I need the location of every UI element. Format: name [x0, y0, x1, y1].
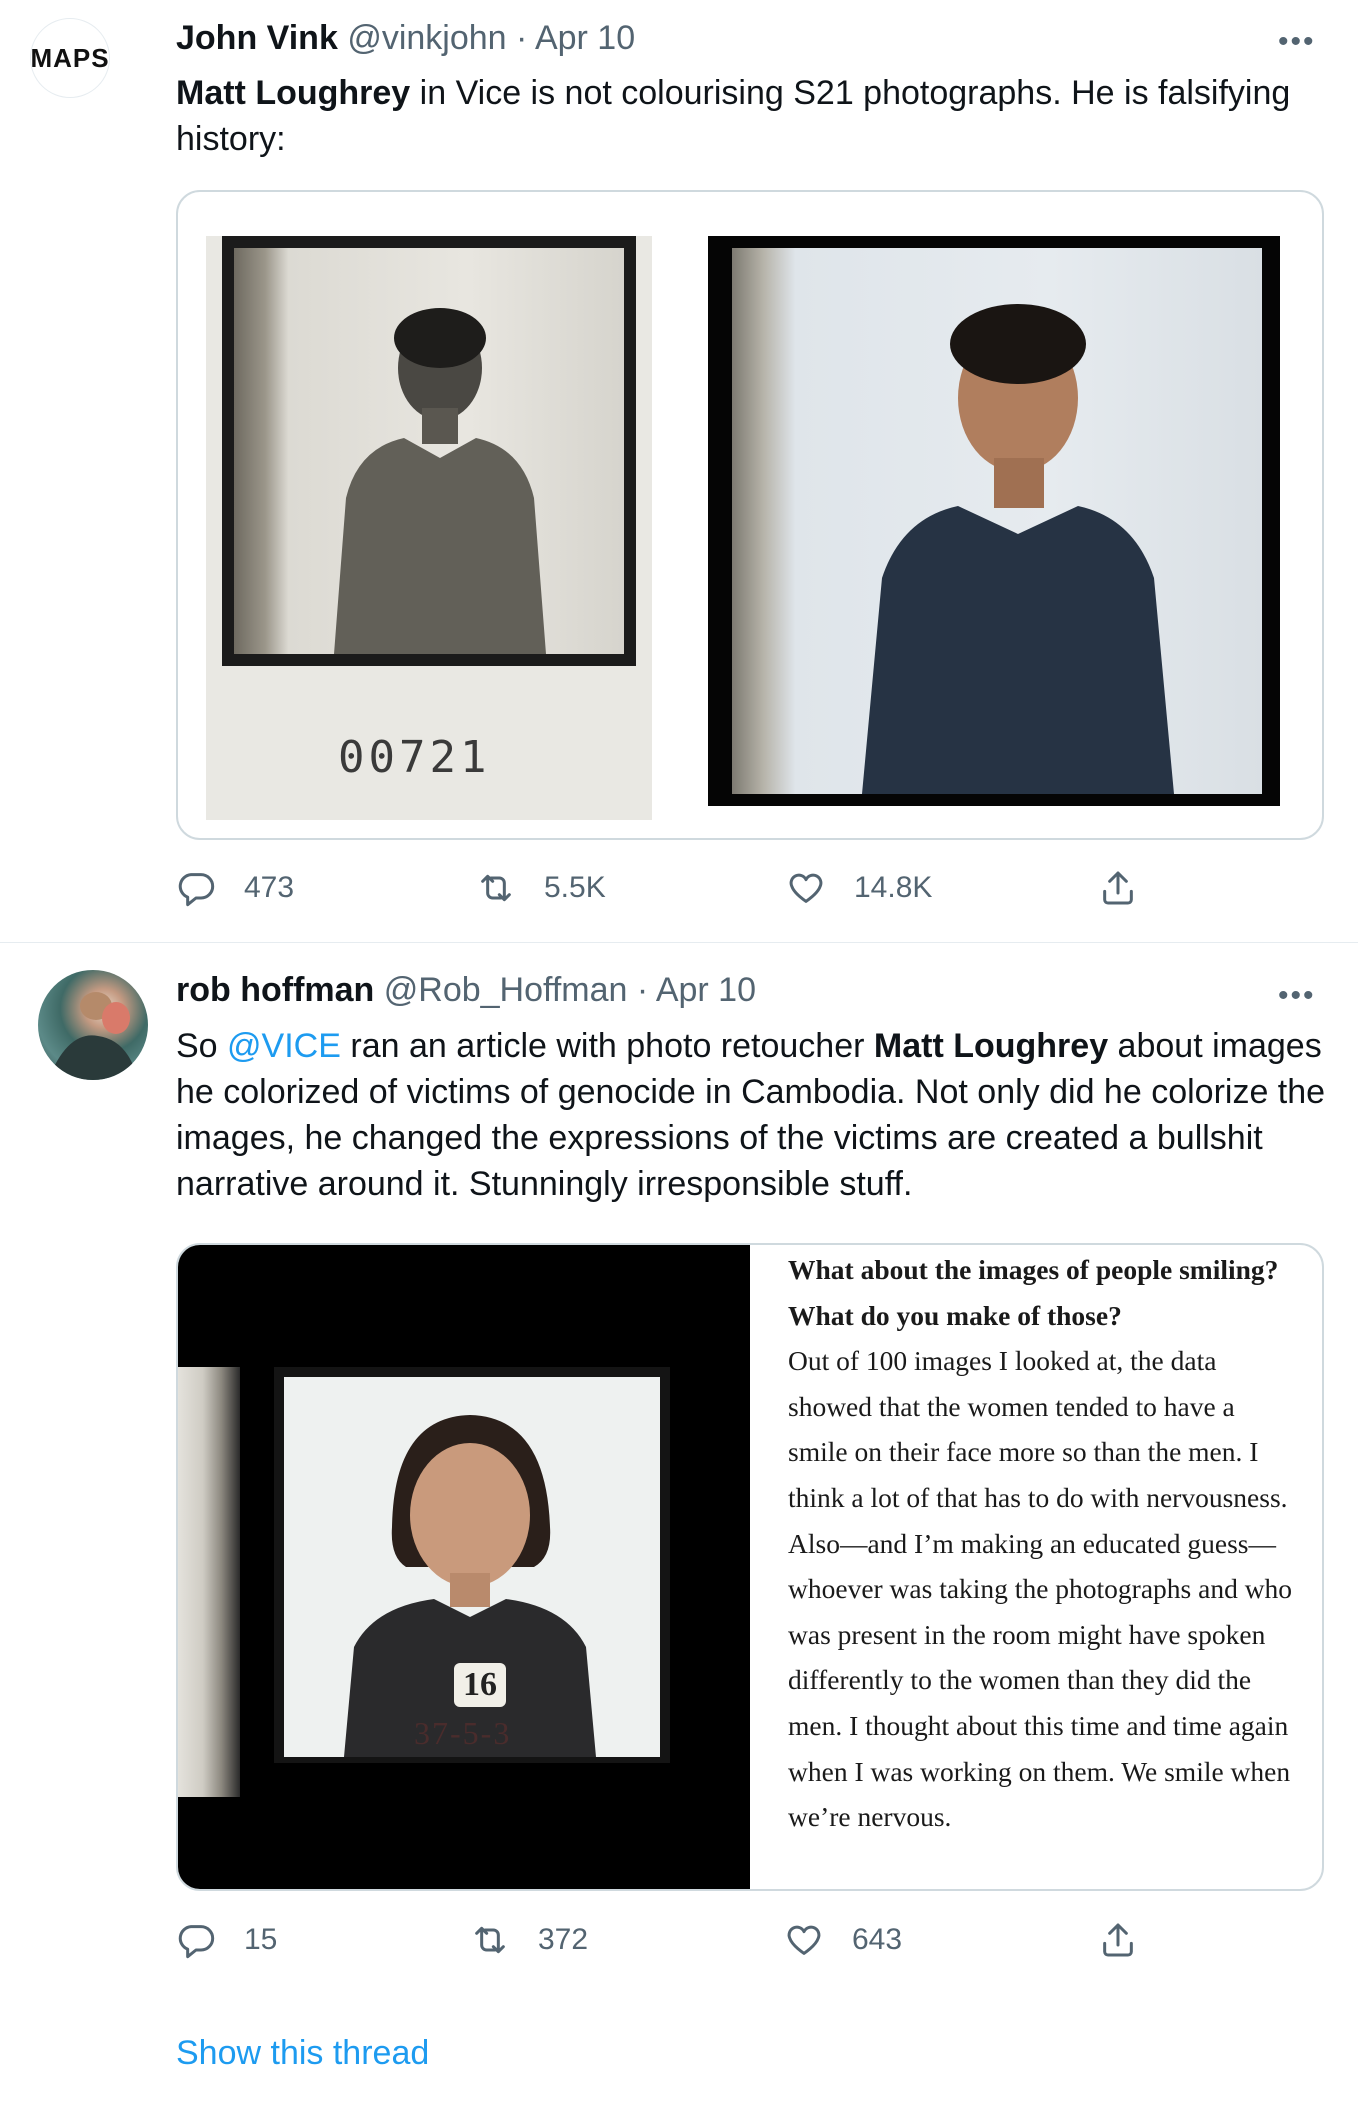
retweet-icon	[481, 874, 511, 902]
reply-count: 473	[244, 871, 295, 904]
avatar-john-vink[interactable]: MAPS	[30, 18, 110, 98]
share-icon	[1103, 1923, 1133, 1957]
article-answer: Out of 100 images I looked at, the data …	[788, 1345, 1293, 1833]
reply-count: 15	[244, 1923, 278, 1956]
photo-image	[234, 248, 624, 654]
like-count: 643	[852, 1923, 903, 1956]
more-icon[interactable]: •••	[1278, 27, 1316, 57]
show-thread-link[interactable]: Show this thread	[176, 2034, 429, 2073]
person-silhouette	[862, 304, 1174, 794]
share-button[interactable]	[1098, 868, 1166, 908]
mention-bold-name: Matt Loughrey	[873, 1027, 1109, 1065]
colorized-photo[interactable]	[708, 236, 1280, 806]
photo-image: 16 37-5-3	[284, 1377, 660, 1757]
separator: ·	[516, 19, 528, 57]
profile-photo	[48, 992, 138, 1080]
prisoner-tag: 16	[454, 1663, 506, 1707]
tweet-text: So @VICE ran an article with photo retou…	[176, 1023, 1336, 1207]
retweet-count: 5.5K	[544, 871, 606, 904]
photo-image	[732, 248, 1262, 794]
tweet-body: So	[176, 1027, 228, 1065]
mention-bold-name: Matt Loughrey	[176, 74, 411, 112]
like-count: 14.8K	[854, 871, 933, 904]
maps-logo: MAPS	[30, 42, 110, 73]
more-icon[interactable]: •••	[1278, 981, 1316, 1011]
reply-icon	[178, 873, 215, 907]
article-question: What about the images of people smiling?…	[788, 1254, 1279, 1331]
retweet-icon	[475, 1926, 505, 1954]
archive-photo[interactable]: 00721	[206, 236, 652, 820]
article-quote: What about the images of people smiling?…	[788, 1247, 1298, 1840]
media-card[interactable]: 16 37-5-3 What about the images of peopl…	[176, 1243, 1324, 1891]
separator: ·	[636, 971, 649, 1009]
display-name[interactable]: John Vink	[176, 19, 338, 57]
display-name[interactable]: rob hoffman	[176, 971, 374, 1009]
like-button[interactable]: 643	[784, 1920, 902, 1960]
media-card[interactable]: 00721	[176, 190, 1324, 840]
tweet-divider	[0, 942, 1358, 943]
handle[interactable]: @Rob_Hoffman	[384, 971, 628, 1009]
tweet-header: John Vink @vinkjohn · Apr 10	[176, 18, 635, 58]
tweet-date[interactable]: Apr 10	[535, 19, 635, 57]
like-button[interactable]: 14.8K	[786, 868, 932, 908]
reply-button[interactable]: 473	[176, 868, 294, 908]
share-button[interactable]	[1098, 1920, 1166, 1960]
tweet-date[interactable]: Apr 10	[656, 971, 756, 1009]
tweet-text: Matt Loughrey in Vice is not colourising…	[176, 70, 1336, 162]
person-silhouette	[334, 308, 546, 654]
retweet-count: 372	[538, 1923, 589, 1956]
like-icon	[789, 873, 823, 903]
mention-link[interactable]: @VICE	[227, 1027, 341, 1065]
share-icon	[1103, 871, 1133, 905]
avatar-rob-hoffman[interactable]	[38, 970, 148, 1080]
tweet-header: rob hoffman @Rob_Hoffman · Apr 10	[176, 970, 756, 1010]
film-strip	[178, 1367, 240, 1797]
retweet-button[interactable]: 372	[470, 1920, 588, 1960]
reply-icon	[178, 1925, 215, 1959]
article-photo[interactable]: 16 37-5-3	[178, 1245, 750, 1889]
tweet-body: ran an article with photo retoucher	[340, 1027, 874, 1065]
handwritten-number: 37-5-3	[414, 1715, 512, 1751]
reply-button[interactable]: 15	[176, 1920, 277, 1960]
like-icon	[787, 1925, 821, 1955]
retweet-button[interactable]: 5.5K	[476, 868, 606, 908]
handle[interactable]: @vinkjohn	[347, 19, 506, 57]
photo-number: 00721	[338, 732, 491, 783]
